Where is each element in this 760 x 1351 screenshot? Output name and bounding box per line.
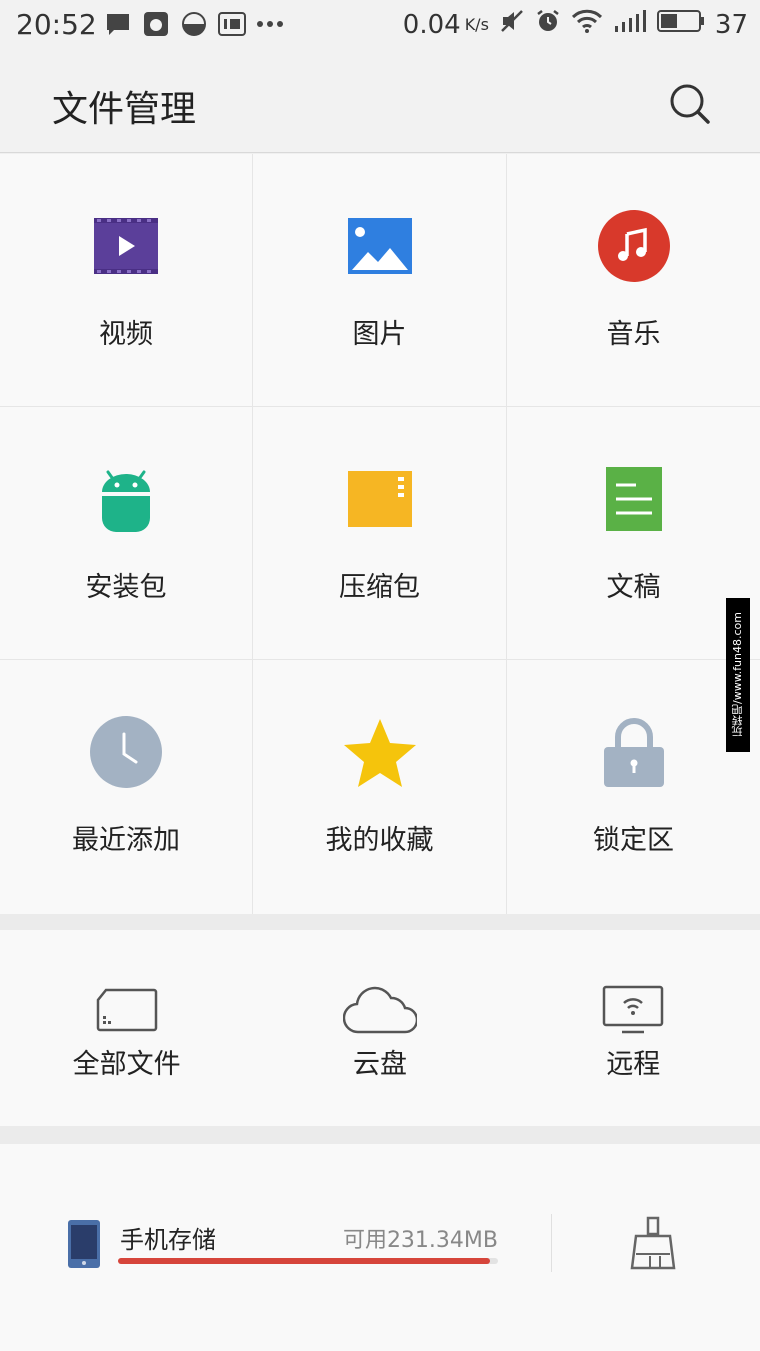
- wifi-icon: [571, 8, 603, 41]
- clock-icon: [90, 716, 162, 788]
- vertical-divider: [551, 1214, 552, 1272]
- android-icon: [90, 463, 162, 535]
- network-speed: 0.04: [402, 9, 461, 40]
- star-icon: [343, 716, 416, 788]
- mute-icon: [499, 8, 525, 41]
- category-document[interactable]: 文稿: [507, 407, 760, 660]
- network-speed-unit: K/s: [464, 15, 489, 34]
- category-label: 我的收藏: [325, 825, 434, 856]
- category-video[interactable]: 视频: [0, 154, 253, 407]
- storage-label: 远程: [606, 1049, 661, 1080]
- category-archive[interactable]: 压缩包: [253, 407, 507, 660]
- category-apk[interactable]: 安装包: [0, 407, 253, 660]
- storage-name[interactable]: 手机存储: [120, 1220, 216, 1255]
- section-divider: [0, 914, 760, 930]
- status-bar: 20:52 0.04 K/s 37: [0, 0, 760, 52]
- search-icon[interactable]: [668, 82, 712, 126]
- message-icon: [104, 10, 132, 38]
- phone-icon: [68, 1220, 100, 1268]
- page-title: 文件管理: [52, 89, 197, 130]
- device-storage: 手机存储 可用231.34MB: [0, 1144, 760, 1351]
- category-label: 最近添加: [72, 825, 180, 856]
- category-label: 文稿: [606, 572, 661, 603]
- more-dots-icon: [256, 10, 284, 38]
- status-time: 20:52: [16, 8, 97, 41]
- archive-icon: [344, 463, 416, 535]
- cloud-disk-button[interactable]: 云盘: [253, 930, 506, 1126]
- cloud-icon: [342, 982, 418, 1038]
- battery-icon: [656, 8, 705, 41]
- half-circle-icon: [180, 10, 208, 38]
- storage-label: 云盘: [352, 1049, 407, 1080]
- lock-icon: [598, 716, 670, 788]
- storage-usage-bar: [118, 1258, 498, 1264]
- signal-icon: [613, 8, 647, 41]
- category-label: 图片: [352, 319, 407, 350]
- section-divider: [0, 1126, 760, 1144]
- category-locked[interactable]: 锁定区: [507, 660, 760, 914]
- image-icon: [344, 210, 416, 282]
- storage-locations: 全部文件 云盘 远程: [0, 930, 760, 1126]
- app-bar: 文件管理: [0, 52, 760, 153]
- storage-usage-fill: [118, 1258, 491, 1264]
- category-label: 音乐: [606, 319, 661, 350]
- notification-icons: [104, 10, 284, 38]
- all-files-button[interactable]: 全部文件: [0, 930, 253, 1126]
- status-right: 0.04 K/s 37: [403, 8, 748, 41]
- category-label: 锁定区: [593, 825, 674, 856]
- remote-button[interactable]: 远程: [507, 930, 760, 1126]
- storage-label: 全部文件: [72, 1049, 181, 1080]
- video-icon: [90, 210, 162, 282]
- category-grid: 视频 图片 音乐 安装包 压缩包 文稿 最近添加 我的收藏 锁定区: [0, 154, 760, 914]
- document-icon: [598, 463, 670, 535]
- music-icon: [597, 210, 670, 282]
- category-recent[interactable]: 最近添加: [0, 660, 253, 914]
- remote-tv-icon: [595, 982, 671, 1038]
- category-label: 安装包: [85, 572, 167, 603]
- category-image[interactable]: 图片: [253, 154, 507, 407]
- battery-level: 37: [714, 9, 748, 40]
- category-favorites[interactable]: 我的收藏: [253, 660, 507, 914]
- sd-card-icon: [89, 982, 165, 1038]
- storage-available: 可用231.34MB: [342, 1228, 498, 1253]
- squirrel-app-icon: [142, 10, 170, 38]
- category-music[interactable]: 音乐: [507, 154, 760, 407]
- watermark: 玩转吧/www.fun48.com: [726, 598, 750, 752]
- iqiyi-icon: [218, 10, 246, 38]
- broom-icon[interactable]: [630, 1216, 676, 1270]
- category-label: 压缩包: [339, 572, 420, 603]
- alarm-icon: [535, 8, 561, 41]
- category-label: 视频: [99, 319, 153, 350]
